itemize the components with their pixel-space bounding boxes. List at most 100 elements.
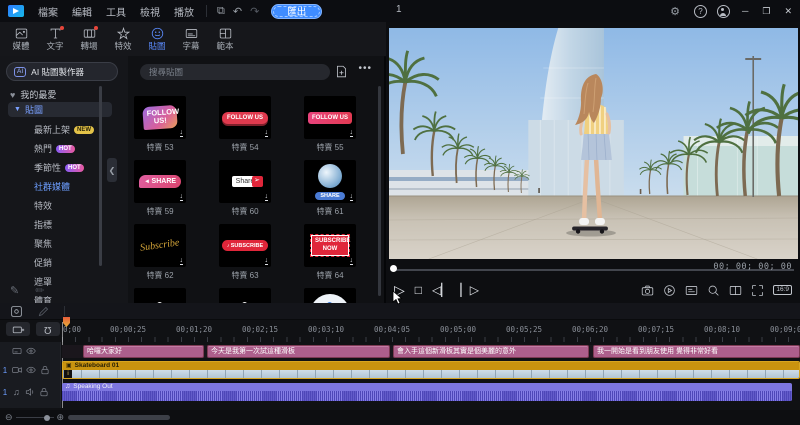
close-button[interactable]: ✕ [782, 6, 794, 17]
tab-特效[interactable]: 特效 [106, 22, 140, 56]
download-icon[interactable]: ↓ [180, 129, 184, 137]
brush-icon[interactable]: ✎ [10, 284, 19, 297]
zoom-slider-knob[interactable] [44, 415, 50, 421]
sticker-thumb-subscribe-now[interactable]: SUBSCRIBE NOW↓ [304, 224, 356, 267]
snap-magnet-button[interactable]: Ω [36, 322, 60, 336]
sticker-thumb-followus-bubble[interactable]: FOLLOW US!↓ [134, 96, 186, 139]
undo-icon[interactable]: ↶ [229, 5, 246, 18]
sidebar-scrollbar[interactable] [99, 86, 102, 266]
previous-frame-button[interactable]: ◁▏ [432, 284, 450, 296]
timeline-scrollbar[interactable] [68, 415, 170, 420]
menu-item-檔案[interactable]: 檔案 [32, 2, 64, 21]
download-icon[interactable]: ↓ [180, 257, 184, 265]
next-frame-button[interactable]: ▏▷ [461, 284, 479, 296]
redo-icon[interactable]: ↷ [246, 5, 263, 18]
sidebar-item-指標[interactable]: 指標 [0, 215, 128, 234]
sticker-thumb-share-button[interactable]: Share↓ [219, 160, 271, 203]
snapshot-camera-icon[interactable] [641, 284, 654, 297]
preview-zoom-icon[interactable] [707, 284, 720, 297]
timeline-tool-icon[interactable] [10, 305, 23, 318]
sticker-thumb-thumb-up[interactable]: ↓ [134, 288, 186, 303]
tab-字幕[interactable]: 字幕 [174, 22, 208, 56]
sticker-card[interactable]: Subscribe↓特賣 62 [134, 224, 186, 288]
tab-貼圖[interactable]: 貼圖 [140, 22, 174, 56]
sticker-thumb-subscribe-pill[interactable]: SUBSCRIBE↓ [219, 224, 271, 267]
minimize-button[interactable]: ─ [740, 6, 750, 16]
timeline-zoom-slider[interactable] [16, 417, 54, 418]
sidebar-item-聚焦[interactable]: 聚焦 [0, 234, 128, 253]
sticker-thumb-thumb-up-2[interactable]: ↓ [219, 288, 271, 303]
render-preview-icon[interactable] [663, 284, 676, 297]
menu-item-檢視[interactable]: 檢視 [134, 2, 166, 21]
download-icon[interactable]: ↓ [350, 129, 354, 137]
lock-icon[interactable] [39, 387, 49, 397]
pen-tool-icon[interactable] [37, 305, 50, 318]
stop-button[interactable]: □ [415, 284, 422, 296]
lock-icon[interactable] [40, 365, 50, 375]
sticker-card[interactable]: ↓ [219, 288, 271, 303]
tab-範本[interactable]: 範本 [208, 22, 242, 56]
eye-icon[interactable] [26, 365, 36, 375]
menu-item-播放[interactable]: 播放 [168, 2, 200, 21]
menu-item-編輯[interactable]: 編輯 [66, 2, 98, 21]
settings-gear-icon[interactable]: ⚙ [666, 5, 684, 18]
sticker-thumb-subscribe-script[interactable]: Subscribe↓ [134, 224, 186, 267]
download-icon[interactable]: ↓ [350, 193, 354, 201]
video-preview[interactable] [389, 28, 798, 259]
eraser-icon[interactable]: ✏ [35, 284, 44, 297]
sidebar-item-特效[interactable]: 特效 [0, 196, 128, 215]
sticker-card[interactable]: FOLLOW US!↓特賣 53 [134, 96, 186, 160]
account-avatar[interactable] [717, 5, 730, 18]
ai-sticker-maker-button[interactable]: AI AI 貼圖製作器 [6, 62, 118, 81]
tab-媒體[interactable]: 媒體 [4, 22, 38, 56]
sidebar-item-熱門[interactable]: 熱門HOT [0, 139, 128, 158]
sticker-thumb-thumb-up-blue[interactable]: ↓ [304, 288, 356, 303]
sticker-thumb-share-bubble[interactable]: SHARE↓ [134, 160, 186, 203]
subtitle-clip[interactable]: 今天是我第一次試這種滑板 [207, 345, 390, 358]
sidebar-item-最新上架[interactable]: 最新上架NEW [0, 120, 128, 139]
aspect-ratio-button[interactable]: 16:9 [773, 285, 792, 296]
sticker-card[interactable]: SHARE↓特賣 61 [304, 160, 356, 224]
sticker-card[interactable]: Share↓特賣 60 [219, 160, 271, 224]
subtitle-clip[interactable]: 哈囉大家好 [83, 345, 204, 358]
download-icon[interactable]: ↓ [180, 193, 184, 201]
download-icon[interactable]: ↓ [350, 257, 354, 265]
audio-clip[interactable]: ♫ Speaking Out [62, 383, 792, 401]
sidebar-item-促銷[interactable]: 促銷 [0, 253, 128, 272]
mark-list-icon[interactable] [685, 284, 698, 297]
sidebar-collapse-handle[interactable]: ❮ [107, 158, 117, 182]
sticker-card[interactable]: FOLLOW US↓特賣 55 [304, 96, 356, 160]
download-icon[interactable]: ↓ [265, 129, 269, 137]
zoom-out-icon[interactable]: ⊖ [5, 412, 13, 423]
restore-button[interactable]: ❐ [760, 6, 772, 17]
sticker-card[interactable]: SHARE↓特賣 59 [134, 160, 186, 224]
sticker-card[interactable]: ↓ [134, 288, 186, 303]
layout-icon[interactable]: ⧉ [213, 5, 229, 18]
timeline-ruler[interactable]: 0;0000;00;2500;01;2000;02;1500;03;1000;0… [62, 322, 800, 342]
more-options-icon[interactable]: ••• [358, 63, 372, 74]
sidebar-item-favorites[interactable]: ♥ 我的最愛 [10, 88, 56, 101]
split-view-icon[interactable] [729, 284, 742, 297]
manage-tracks-button[interactable] [6, 322, 30, 336]
sticker-thumb-share-globe[interactable]: SHARE↓ [304, 160, 356, 203]
menu-item-工具[interactable]: 工具 [100, 2, 132, 21]
sticker-thumb-followus-ribbon[interactable]: FOLLOW US↓ [219, 96, 271, 139]
seekbar-handle[interactable] [390, 265, 397, 272]
search-input[interactable]: 搜尋貼圖 [140, 64, 330, 80]
subtitle-clip[interactable]: 我一開始是看到朋友使用 覺得非常好看 [593, 345, 800, 358]
fullscreen-icon[interactable] [751, 284, 764, 297]
subtitle-clip[interactable]: 會入手這個新滑板其實是個美麗的意外 [393, 345, 589, 358]
speaker-icon[interactable] [25, 387, 35, 397]
download-icon[interactable]: ↓ [265, 257, 269, 265]
eye-icon[interactable] [26, 346, 36, 356]
sticker-card[interactable]: SUBSCRIBE NOW↓特賣 64 [304, 224, 356, 288]
tab-文字[interactable]: 文字 [38, 22, 72, 56]
help-icon[interactable]: ? [694, 5, 707, 18]
download-icon[interactable]: ↓ [265, 193, 269, 201]
sticker-thumb-followus-pink[interactable]: FOLLOW US↓ [304, 96, 356, 139]
library-scrollbar[interactable] [378, 86, 381, 296]
sidebar-group-stickers[interactable]: ▼ 貼圖 [8, 102, 112, 117]
export-button[interactable]: 匯出 [271, 4, 322, 19]
sticker-card[interactable]: FOLLOW US↓特賣 54 [219, 96, 271, 160]
sticker-card[interactable]: ↓ [304, 288, 356, 303]
